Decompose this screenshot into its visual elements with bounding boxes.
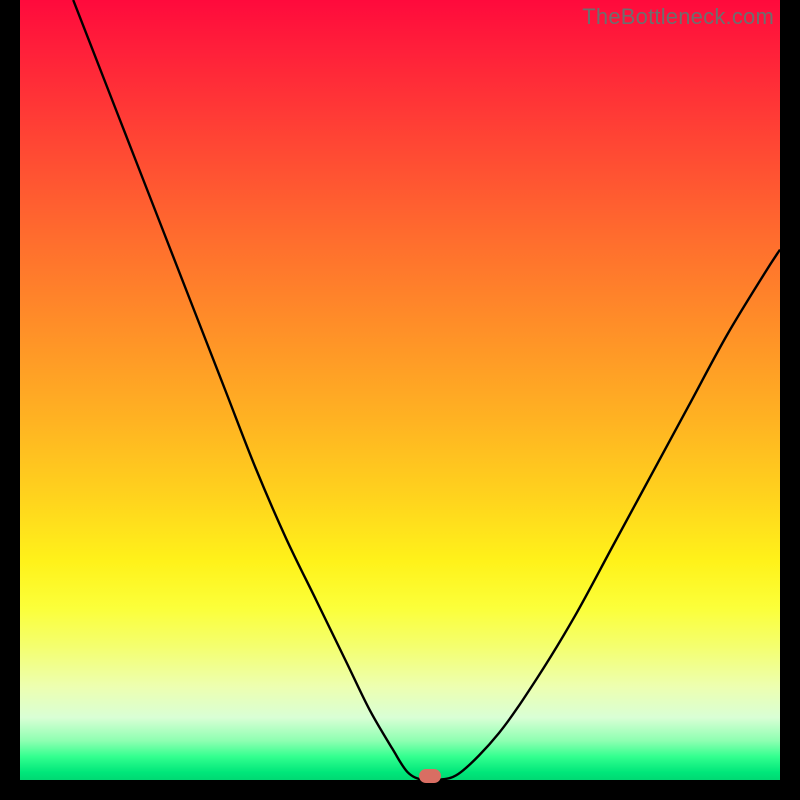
chart-frame: TheBottleneck.com xyxy=(0,0,800,800)
curve-layer xyxy=(20,0,780,780)
watermark-text: TheBottleneck.com xyxy=(582,4,774,30)
bottleneck-curve xyxy=(73,0,780,780)
plot-area xyxy=(20,0,780,780)
minimum-marker xyxy=(419,769,441,783)
